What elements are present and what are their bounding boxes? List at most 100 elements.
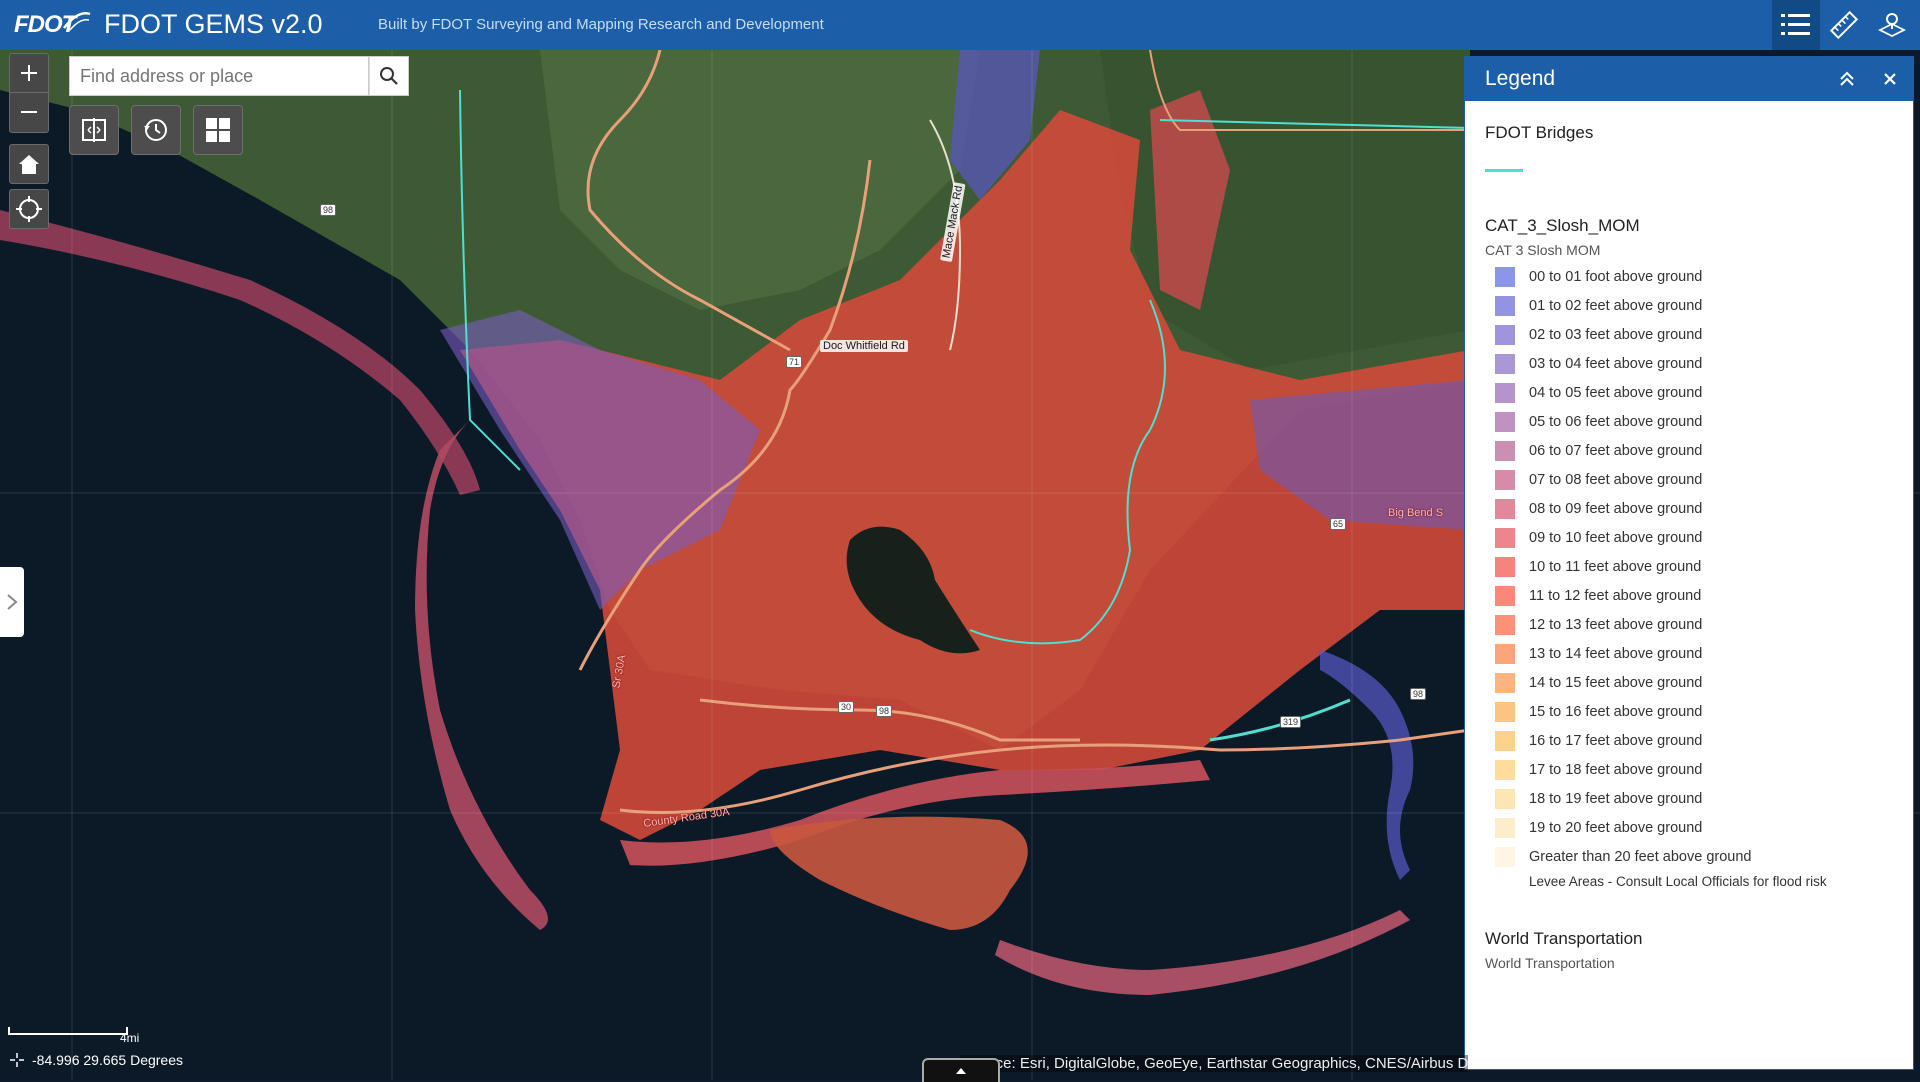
chevron-up-icon [956,1068,966,1074]
legend-class-label: 19 to 20 feet above ground [1529,819,1703,836]
legend-class-label: 10 to 11 feet above ground [1529,558,1702,575]
highway-shield: 98 [320,204,337,216]
search-button[interactable] [369,56,409,96]
legend-class-row: 13 to 14 feet above ground [1485,639,1913,668]
identify-button[interactable] [1868,0,1916,50]
legend-swatch [1495,382,1515,403]
minus-icon [21,111,37,113]
legend-class-row: 19 to 20 feet above ground [1485,813,1913,842]
crosshair-icon[interactable] [10,1053,24,1067]
scale-bar [8,1027,128,1035]
legend-swatch [1495,730,1515,751]
highway-shield: 98 [1410,688,1427,700]
basemap-gallery-button[interactable] [193,105,243,155]
legend-swatch [1495,498,1515,519]
legend-swatch [1495,672,1515,693]
highway-shield: 30 [838,701,855,713]
highway-shield: 98 [876,705,893,717]
legend-swatch [1495,817,1515,838]
legend-class-label: 03 to 04 feet above ground [1529,355,1703,372]
legend-swatch [1495,324,1515,345]
zoom-in-button[interactable] [10,54,48,92]
layer-subtitle-slosh: CAT 3 Slosh MOM [1485,242,1601,258]
layer-title-slosh: CAT_3_Slosh_MOM [1485,216,1640,235]
legend-class-row: 12 to 13 feet above ground [1485,610,1913,639]
locate-icon [16,196,42,222]
legend-header: Legend [1465,57,1913,101]
bottom-panel-tab[interactable] [922,1058,1000,1082]
legend-panel: Legend FDOT Bridges CAT_3_Slosh_MOM CAT … [1464,56,1914,1070]
zoom-control [9,53,49,133]
zoom-out-button[interactable] [10,92,48,131]
double-chevron-up-icon [1840,71,1854,86]
legend-class-row: 14 to 15 feet above ground [1485,668,1913,697]
home-button[interactable] [9,144,49,184]
legend-swatch [1495,353,1515,374]
close-icon [1884,73,1896,85]
app-header: FDOT FDOT GEMS v2.0 Built by FDOT Survey… [0,0,1920,50]
legend-title: Legend [1485,67,1556,90]
layer-subtitle-world-transportation: World Transportation [1485,955,1615,971]
legend-swatch [1495,701,1515,722]
swipe-tool-button[interactable] [69,105,119,155]
legend-class-row: 18 to 19 feet above ground [1485,784,1913,813]
legend-class-label: 02 to 03 feet above ground [1529,326,1703,343]
legend-class-label: 09 to 10 feet above ground [1529,529,1703,546]
legend-swatch [1495,614,1515,635]
legend-class-row: 09 to 10 feet above ground [1485,523,1913,552]
plus-icon [21,65,37,81]
coordinate-text: -84.996 29.665 Degrees [32,1052,183,1068]
legend-class-list: 00 to 01 foot above ground 01 to 02 feet … [1485,262,1913,909]
side-panel-expand-tab[interactable] [0,567,24,637]
history-icon [144,119,167,141]
legend-class-label: 00 to 01 foot above ground [1529,268,1703,285]
legend-class-label: 01 to 02 feet above ground [1529,297,1703,314]
grid-icon [206,118,230,142]
close-panel-button[interactable] [1880,69,1900,89]
legend-swatch [1495,411,1515,432]
legend-class-row: 17 to 18 feet above ground [1485,755,1913,784]
legend-class-row: 02 to 03 feet above ground [1485,320,1913,349]
legend-swatch [1495,643,1515,664]
layer-title-world-transportation: World Transportation [1485,929,1643,948]
legend-class-label: 18 to 19 feet above ground [1529,790,1703,807]
legend-swatch [1495,759,1515,780]
legend-swatch [1495,585,1515,606]
legend-class-row: 03 to 04 feet above ground [1485,349,1913,378]
logo-swoosh-icon [63,12,91,31]
ruler-icon [1829,10,1859,40]
layer-title-fdot-bridges: FDOT Bridges [1485,123,1594,142]
legend-class-row: 10 to 11 feet above ground [1485,552,1913,581]
measure-button[interactable] [1820,0,1868,50]
map-attribution: Source: Esri, DigitalGlobe, GeoEye, Eart… [960,1055,1468,1072]
legend-class-row: Levee Areas - Consult Local Officials fo… [1485,871,1913,909]
legend-class-row: 00 to 01 foot above ground [1485,262,1913,291]
legend-swatch [1495,873,1515,893]
legend-class-label: 16 to 17 feet above ground [1529,732,1703,749]
legend-class-label: 11 to 12 feet above ground [1529,587,1702,604]
legend-class-row: 06 to 07 feet above ground [1485,436,1913,465]
legend-class-label: 17 to 18 feet above ground [1529,761,1703,778]
highway-shield: 71 [786,356,803,368]
legend-toggle-button[interactable] [1772,0,1820,50]
locate-button[interactable] [9,189,49,229]
search-input[interactable] [70,57,380,95]
legend-class-label: 12 to 13 feet above ground [1529,616,1703,633]
collapse-panel-button[interactable] [1837,69,1857,89]
search-icon [380,67,398,85]
history-tool-button[interactable] [131,105,181,155]
legend-class-label: Greater than 20 feet above ground [1529,848,1752,865]
scale-label: 4mi [120,1031,140,1045]
legend-swatch [1495,556,1515,577]
road-label: Doc Whitfield Rd [820,340,908,352]
legend-swatch [1495,788,1515,809]
legend-class-row: 05 to 06 feet above ground [1485,407,1913,436]
app-subtitle: Built by FDOT Surveying and Mapping Rese… [378,16,824,33]
legend-body: FDOT Bridges CAT_3_Slosh_MOM CAT 3 Slosh… [1465,101,1913,971]
legend-swatch [1495,527,1515,548]
legend-class-label: 15 to 16 feet above ground [1529,703,1703,720]
legend-class-label: 14 to 15 feet above ground [1529,674,1703,691]
swipe-icon [82,118,106,142]
legend-class-row: 16 to 17 feet above ground [1485,726,1913,755]
legend-swatch [1495,295,1515,316]
